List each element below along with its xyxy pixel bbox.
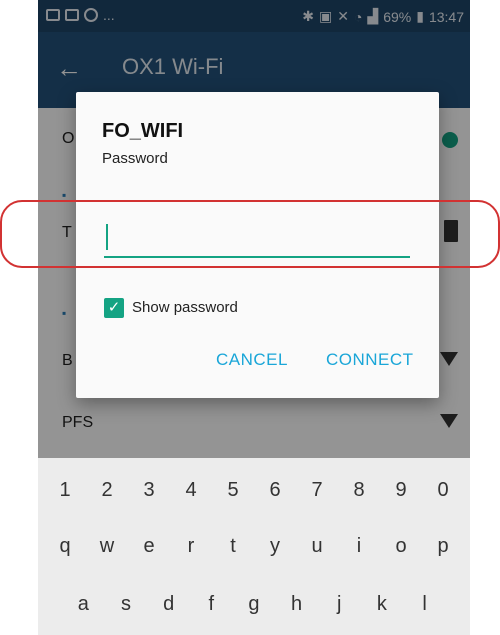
keyboard-row-numbers: 1 2 3 4 5 6 7 8 9 0: [38, 468, 470, 518]
key[interactable]: l: [406, 582, 443, 626]
key[interactable]: k: [363, 582, 400, 626]
key[interactable]: p: [425, 524, 462, 568]
network-name: FO_WIFI: [102, 120, 184, 142]
key[interactable]: 9: [383, 468, 420, 512]
key[interactable]: 2: [89, 468, 126, 512]
key[interactable]: w: [89, 524, 126, 568]
key[interactable]: d: [150, 582, 187, 626]
cancel-button[interactable]: CANCEL: [216, 350, 288, 370]
key[interactable]: u: [299, 524, 336, 568]
dialog-subtitle: Password: [102, 150, 168, 167]
key[interactable]: i: [341, 524, 378, 568]
key[interactable]: h: [278, 582, 315, 626]
keyboard-row-qwerty: q w e r t y u i o p: [38, 524, 470, 574]
key[interactable]: g: [235, 582, 272, 626]
key[interactable]: 6: [257, 468, 294, 512]
key[interactable]: 8: [341, 468, 378, 512]
key[interactable]: 7: [299, 468, 336, 512]
key[interactable]: e: [131, 524, 168, 568]
key[interactable]: 5: [215, 468, 252, 512]
key[interactable]: r: [173, 524, 210, 568]
keyboard-row-asdf: a s d f g h j k l: [38, 582, 470, 632]
show-password-checkbox[interactable]: ✓: [104, 298, 124, 318]
key[interactable]: 3: [131, 468, 168, 512]
key[interactable]: s: [107, 582, 144, 626]
key[interactable]: 0: [425, 468, 462, 512]
on-screen-keyboard: 1 2 3 4 5 6 7 8 9 0 q w e r t y u i o p …: [38, 458, 470, 635]
key[interactable]: j: [321, 582, 358, 626]
connect-button[interactable]: CONNECT: [326, 350, 414, 370]
phone-screen: ... ✱ ▣ ✕ ◔ ▟ 69% ▮ 13:47 ← OX1 Wi-Fi O …: [38, 0, 470, 635]
show-password-label[interactable]: Show password: [132, 299, 238, 316]
key[interactable]: y: [257, 524, 294, 568]
key[interactable]: a: [65, 582, 102, 626]
key[interactable]: t: [215, 524, 252, 568]
key[interactable]: 4: [173, 468, 210, 512]
highlight-annotation: [0, 200, 500, 268]
key[interactable]: 1: [47, 468, 84, 512]
key[interactable]: f: [193, 582, 230, 626]
key[interactable]: o: [383, 524, 420, 568]
key[interactable]: q: [47, 524, 84, 568]
